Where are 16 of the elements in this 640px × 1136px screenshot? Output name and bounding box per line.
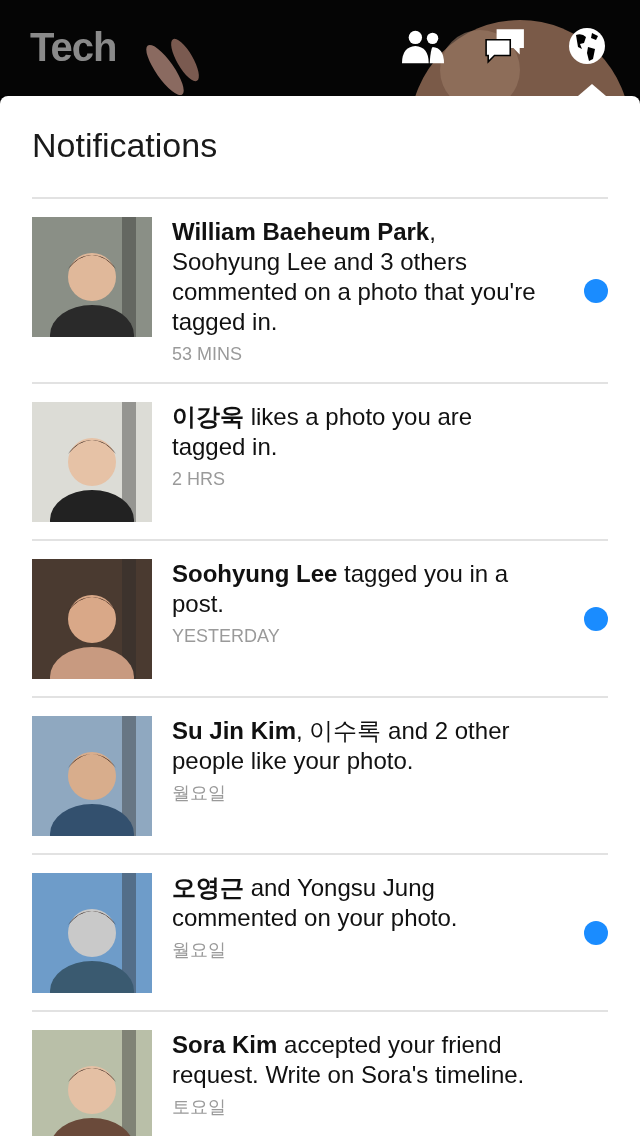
notification-text: 이강욱 likes a photo you are tagged in. — [172, 402, 474, 462]
time-label: YESTERDAY — [172, 625, 281, 647]
notification-text: 오영근 and Yongsu Jung commented on your photo. — [172, 873, 459, 933]
notification-text: Soohyung Lee tagged you in a post. — [172, 559, 510, 619]
notification-text: Su Jin Kim, 이수록 and 2 other people like your photo. — [172, 716, 511, 776]
notification-text: Sora Kim accepted your friend request. Write on Sora's timeline. — [172, 1030, 526, 1090]
time-label: 53 MINS — [172, 343, 244, 365]
globe-icon[interactable] — [566, 27, 608, 65]
chat-icon[interactable] — [484, 27, 526, 65]
panel-title: Notifications — [32, 96, 608, 199]
notification-text: William Baeheum Park, Soohyung Lee and 3 others commented on a photo that you're tagged in. — [172, 217, 537, 337]
time-label: 월요일 — [172, 939, 227, 961]
time-label: 월요일 — [172, 782, 227, 804]
time-label: 2 HRS — [172, 468, 226, 490]
page-title: Tech — [30, 24, 117, 70]
time-label: 토요일 — [172, 1096, 227, 1118]
